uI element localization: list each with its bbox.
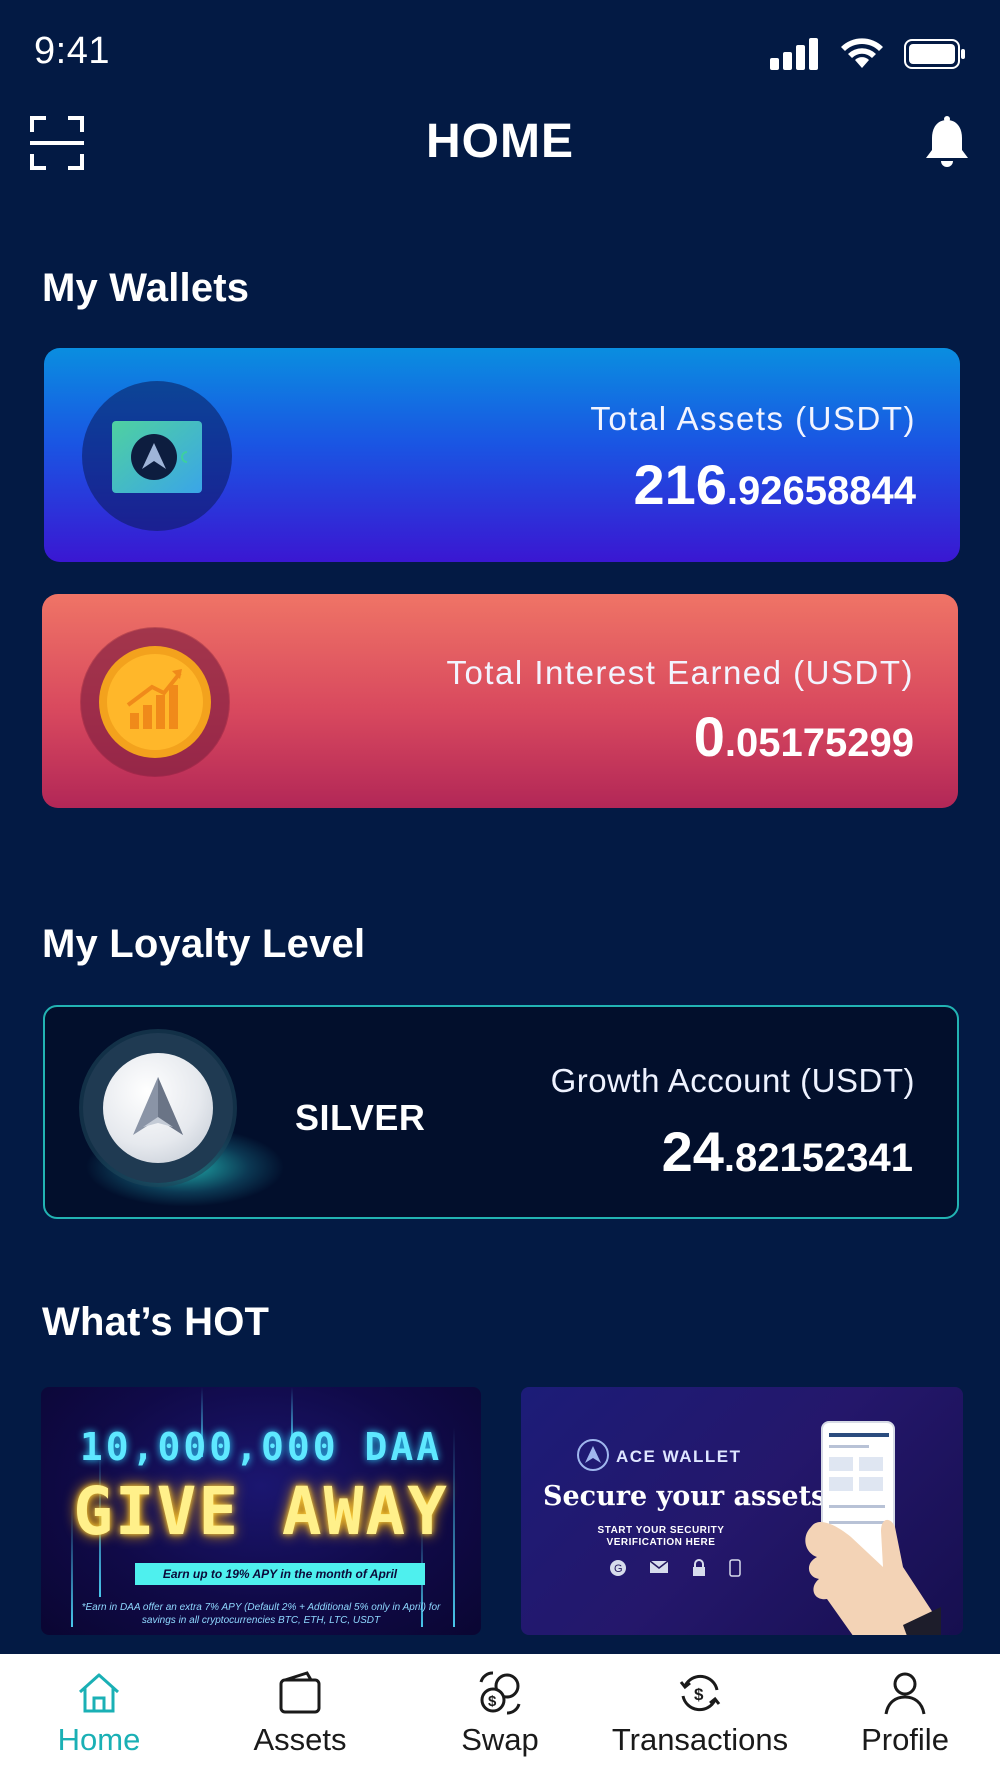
nav-profile-label: Profile — [861, 1722, 949, 1757]
ace-brand: ACE WALLET — [616, 1447, 742, 1466]
profile-icon — [884, 1672, 926, 1715]
total-interest-int: 0 — [693, 705, 725, 768]
loyalty-level: SILVER — [295, 1097, 426, 1138]
giveaway-title: GIVE AWAY — [73, 1473, 449, 1550]
nav-transactions-label: Transactions — [611, 1722, 789, 1757]
wallet-icon — [279, 1671, 321, 1714]
security-subtitle: START YOUR SECURITY VERIFICATION HERE — [597, 1525, 725, 1548]
battery-icon — [904, 39, 965, 69]
nav-profile[interactable]: Profile — [845, 1654, 965, 1778]
giveaway-banner[interactable]: 10,000,000 DAA GIVE AWAY Earn up to 19% … — [41, 1387, 481, 1635]
total-assets-card[interactable]: Total Assets (USDT) 216.92658844 — [44, 348, 960, 562]
nav-swap[interactable]: $ Swap — [440, 1654, 560, 1778]
nav-swap-label: Swap — [461, 1722, 539, 1757]
total-assets-label: Total Assets (USDT) — [590, 400, 916, 437]
total-interest-dec: .05175299 — [724, 721, 914, 765]
nav-transactions[interactable]: $ Transactions — [600, 1654, 800, 1778]
security-icons: G — [609, 1559, 741, 1577]
status-icons — [770, 38, 966, 70]
status-bar: 9:41 — [0, 0, 1000, 100]
total-assets-value: 216.92658844 — [633, 452, 916, 517]
svg-text:$: $ — [694, 1685, 704, 1704]
home-icon — [78, 1673, 120, 1713]
phone-small-icon — [729, 1559, 741, 1577]
hand-illustration — [805, 1520, 941, 1635]
section-title-hot: What’s HOT — [42, 1300, 270, 1344]
section-title-wallets: My Wallets — [42, 266, 250, 310]
nav-home-label: Home — [57, 1722, 141, 1757]
google-icon: G — [610, 1560, 626, 1576]
svg-text:G: G — [614, 1563, 623, 1575]
coin-badge — [80, 627, 230, 777]
growth-account-label: Growth Account (USDT) — [550, 1062, 915, 1099]
header: HOME — [0, 100, 1000, 190]
loyalty-card[interactable]: SILVER Growth Account (USDT) 24.82152341 — [43, 1005, 959, 1219]
giveaway-note: *Earn in DAA offer an extra 7% APY (Defa… — [81, 1602, 441, 1626]
coin-chart-icon — [81, 628, 229, 776]
wifi-icon — [841, 38, 883, 68]
lock-icon — [693, 1559, 705, 1576]
total-assets-int: 216 — [633, 453, 727, 516]
total-interest-value: 0.05175299 — [694, 704, 914, 769]
page-title: HOME — [426, 115, 574, 168]
svg-text:$: $ — [488, 1693, 497, 1710]
section-title-loyalty: My Loyalty Level — [42, 922, 366, 966]
bottom-nav: Home Assets $ Swap $ Transactions Profil… — [0, 1654, 1000, 1778]
notifications-button[interactable] — [924, 116, 970, 168]
swap-icon: $ — [479, 1671, 521, 1715]
ace-logo-icon — [577, 1439, 609, 1471]
wallet-app-icon — [112, 421, 202, 493]
growth-account-int: 24 — [661, 1120, 724, 1183]
giveaway-amount: 10,000,000 DAA — [79, 1425, 443, 1469]
bell-icon — [926, 116, 968, 167]
growth-account-value: 24.82152341 — [662, 1119, 913, 1184]
total-assets-dec: .92658844 — [726, 469, 916, 513]
wallet-badge — [82, 381, 232, 531]
mail-icon — [649, 1560, 669, 1573]
total-interest-card[interactable]: Total Interest Earned (USDT) 0.05175299 — [42, 594, 958, 808]
nav-home[interactable]: Home — [49, 1654, 149, 1778]
signal-icon — [770, 38, 818, 70]
transactions-icon: $ — [679, 1674, 721, 1712]
total-interest-label: Total Interest Earned (USDT) — [446, 654, 914, 691]
giveaway-subtitle: Earn up to 19% APY in the month of April — [135, 1563, 425, 1585]
silver-logo-icon — [133, 1077, 183, 1135]
nav-assets-label: Assets — [253, 1722, 347, 1757]
security-banner[interactable]: ACE WALLET Secure your assets. START YOU… — [521, 1387, 963, 1635]
status-time: 9:41 — [34, 30, 110, 72]
growth-account-dec: .82152341 — [723, 1136, 913, 1180]
silver-coin — [103, 1053, 213, 1163]
nav-assets[interactable]: Assets — [235, 1654, 365, 1778]
